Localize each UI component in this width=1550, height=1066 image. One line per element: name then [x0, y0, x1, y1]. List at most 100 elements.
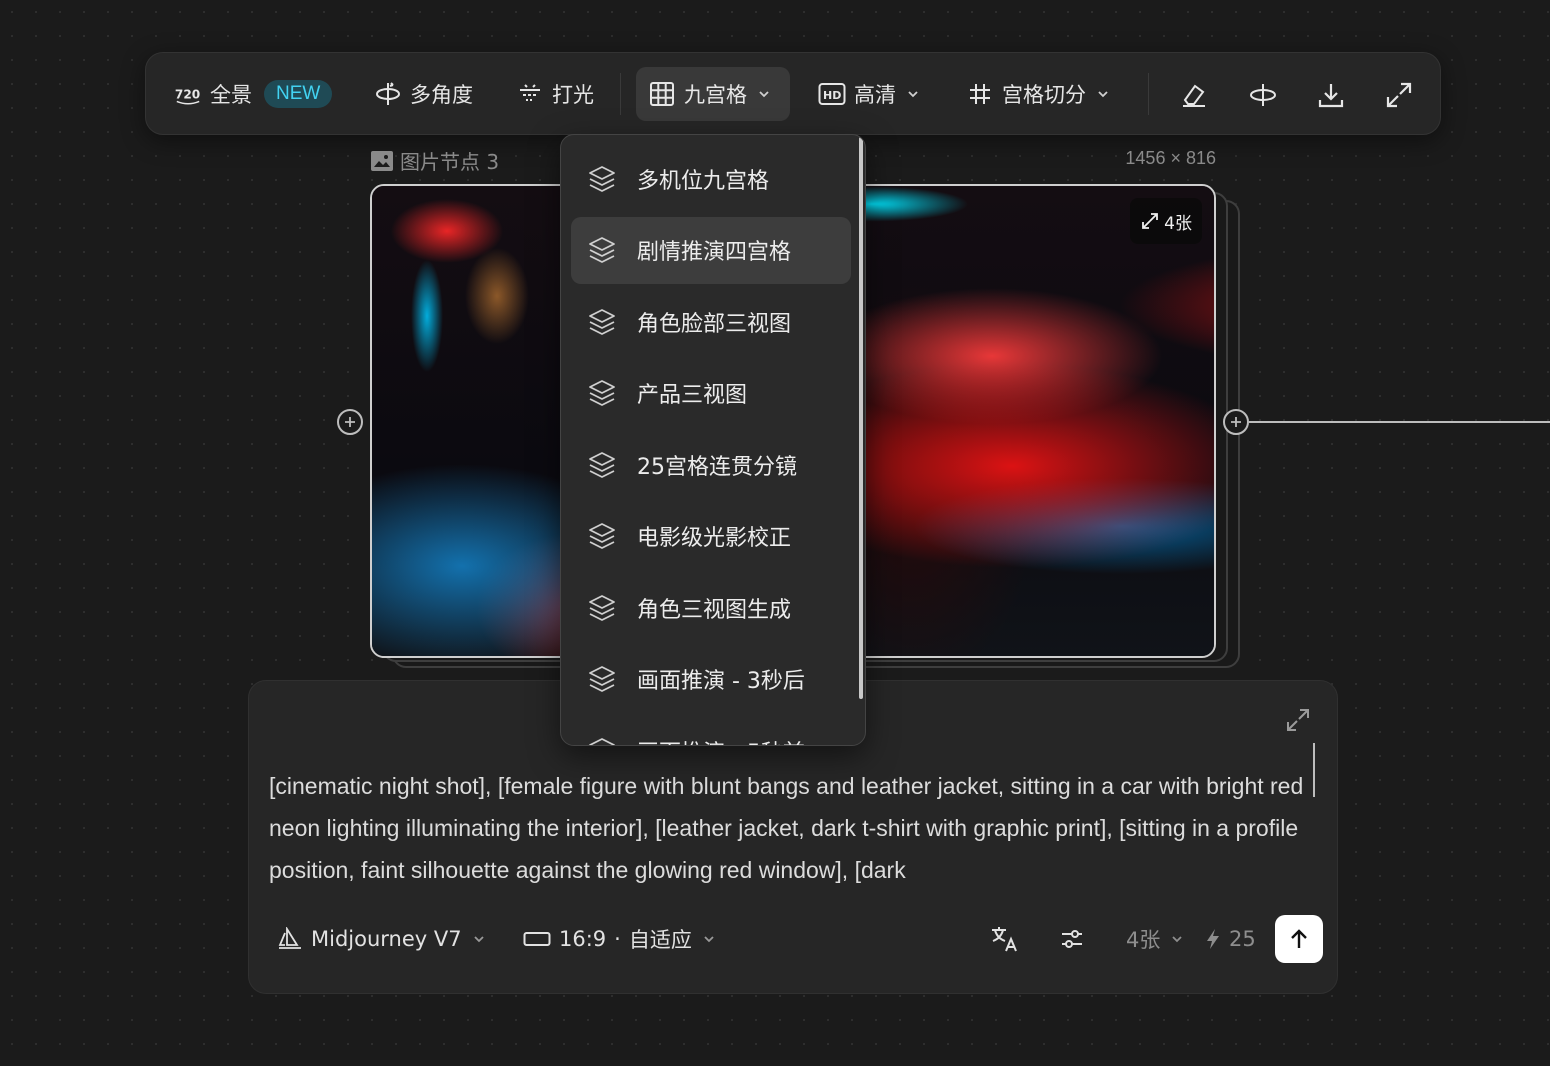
- hd-dropdown-button[interactable]: HD 高清: [806, 67, 932, 121]
- menu-item[interactable]: 25宫格连贯分镜: [571, 431, 851, 498]
- menu-item-label: 剧情推演四宫格: [637, 240, 792, 265]
- menu-scrollbar[interactable]: [859, 137, 863, 699]
- layers-icon: [589, 380, 615, 406]
- multi-angle-button[interactable]: 多角度: [362, 67, 485, 121]
- image-count-select[interactable]: 4张: [1126, 913, 1184, 965]
- translate-icon: [992, 927, 1017, 952]
- credit-value: 25: [1229, 927, 1256, 951]
- new-badge: NEW: [264, 80, 333, 108]
- menu-item[interactable]: 角色脸部三视图: [571, 288, 851, 355]
- expand-icon[interactable]: [1283, 705, 1313, 735]
- fullscreen-button[interactable]: [1377, 73, 1421, 117]
- lighting-button[interactable]: 打光: [504, 67, 606, 121]
- separator-dot: ·: [614, 927, 621, 951]
- menu-item-label: 产品三视图: [637, 383, 748, 408]
- panorama-720-icon: 720: [174, 80, 202, 108]
- expand-stack-button[interactable]: 4张: [1130, 198, 1202, 244]
- rotate-view-button[interactable]: [1241, 73, 1285, 117]
- multi-angle-label: 多角度: [410, 83, 473, 107]
- rotate-3d-icon: [374, 80, 402, 108]
- model-label: Midjourney V7: [311, 927, 462, 951]
- menu-item-label: 多机位九宫格: [637, 168, 770, 194]
- node-title: 图片节点 3: [370, 146, 499, 175]
- input-port[interactable]: [337, 409, 363, 435]
- hd-label: 高清: [854, 83, 896, 107]
- layers-icon: [589, 308, 615, 335]
- menu-item[interactable]: 画面推演 - 3秒后: [571, 646, 851, 713]
- prompt-textarea[interactable]: [cinematic night shot], [female figure w…: [269, 765, 1319, 891]
- arrow-up-icon: [1291, 929, 1307, 948]
- menu-item-label: 角色三视图生成: [637, 597, 792, 623]
- layers-icon: [589, 451, 615, 478]
- grid-dropdown-button[interactable]: 九宫格: [636, 67, 790, 121]
- download-button[interactable]: [1309, 73, 1353, 117]
- plus-icon: [345, 417, 355, 427]
- image-count: 4张: [1164, 213, 1192, 234]
- menu-item-label: 25宫格连贯分镜: [637, 454, 797, 480]
- chevron-down-icon: [759, 91, 769, 98]
- svg-text:HD: HD: [823, 89, 841, 102]
- chevron-down-icon: [908, 91, 918, 98]
- layers-icon: [589, 237, 615, 263]
- light-rays-icon: [516, 80, 544, 108]
- credit-cost: 25: [1205, 913, 1256, 965]
- chevron-down-icon: [1172, 936, 1183, 943]
- panorama-label: 全景: [210, 83, 252, 107]
- toolbar-divider: [620, 73, 621, 115]
- model-select[interactable]: Midjourney V7: [277, 913, 486, 965]
- top-toolbar: 720 全景 NEW 多角度 打光 九宫格 HD 高清 宫格切分: [145, 52, 1441, 135]
- grid-template-menu: 多机位九宫格 剧情推演四宫格 角色脸部三视图 产品三视图 25宫格连贯分镜 电影…: [560, 134, 866, 746]
- menu-list: 多机位九宫格 剧情推演四宫格 角色脸部三视图 产品三视图 25宫格连贯分镜 电影…: [571, 145, 851, 746]
- menu-item[interactable]: 多机位九宫格: [571, 145, 851, 212]
- lightning-icon: [1207, 929, 1219, 949]
- menu-item[interactable]: 角色三视图生成: [571, 574, 851, 641]
- chevron-down-icon: [704, 936, 714, 943]
- image-count-value: 4张: [1126, 928, 1161, 952]
- menu-item[interactable]: 产品三视图: [571, 360, 851, 427]
- send-button[interactable]: [1275, 915, 1323, 963]
- expand-icon: [1142, 213, 1159, 229]
- menu-item[interactable]: 电影级光影校正: [571, 503, 851, 570]
- grid-icon: [648, 80, 676, 108]
- grid-split-label: 宫格切分: [1002, 83, 1086, 107]
- panorama-button[interactable]: 720 全景 NEW: [162, 67, 344, 121]
- menu-item[interactable]: 剧情推演四宫格: [571, 216, 851, 284]
- menu-item-label: 电影级光影校正: [637, 526, 792, 551]
- translate-button[interactable]: [989, 913, 1019, 965]
- layers-icon: [589, 594, 615, 621]
- layers-icon: [589, 737, 615, 745]
- chevron-down-icon: [473, 936, 484, 943]
- settings-sliders-button[interactable]: [1059, 913, 1085, 965]
- grid-split-dropdown-button[interactable]: 宫格切分: [954, 67, 1122, 121]
- eraser-button[interactable]: [1172, 73, 1216, 117]
- menu-item-label: 画面推演 - 5秒前: [637, 735, 805, 746]
- output-port[interactable]: [1223, 409, 1249, 435]
- connection-line: [1249, 421, 1550, 423]
- lighting-label: 打光: [552, 83, 594, 107]
- aspect-mode-value: 自适应: [628, 928, 692, 952]
- aspect-ratio-value: 16:9: [559, 927, 607, 951]
- menu-item[interactable]: 画面推演 - 5秒前: [571, 717, 851, 746]
- plus-icon: [1231, 417, 1241, 427]
- svg-text:720: 720: [175, 88, 200, 102]
- download-icon: [1318, 84, 1344, 108]
- node-dimensions: 1456 × 816: [1125, 148, 1216, 168]
- aspect-ratio-select[interactable]: 16:9 · 自适应: [523, 913, 716, 965]
- image-icon: [371, 150, 393, 171]
- orbit-icon: [1250, 84, 1276, 106]
- layers-icon: [589, 666, 615, 692]
- toolbar-divider: [1148, 73, 1149, 115]
- menu-item-label: 角色脸部三视图: [637, 311, 792, 337]
- eraser-icon: [1183, 84, 1205, 107]
- sliders-icon: [1062, 930, 1082, 948]
- node-label-text: 图片节点 3: [400, 150, 500, 174]
- layers-icon: [589, 523, 615, 549]
- sailboat-icon: [278, 927, 301, 949]
- hd-icon: HD: [818, 80, 846, 108]
- prompt-toolbar: Midjourney V7 16:9 · 自适应 4张 25: [269, 913, 1323, 965]
- menu-item-label: 画面推演 - 3秒后: [637, 669, 805, 694]
- chevron-down-icon: [1098, 91, 1108, 98]
- hash-crop-icon: [966, 80, 994, 108]
- expand-icon: [1386, 82, 1412, 108]
- grid-label: 九宫格: [684, 83, 747, 107]
